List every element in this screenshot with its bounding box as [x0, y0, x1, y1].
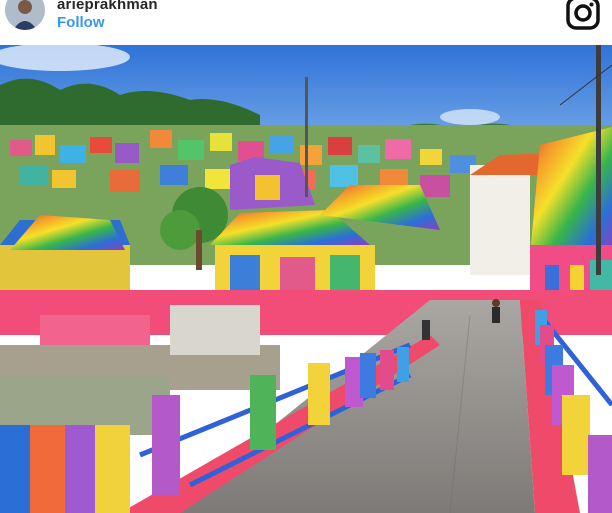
username[interactable]: arieprakhman: [57, 0, 158, 13]
post-header: arieprakhman Follow: [0, 0, 612, 44]
avatar-image: [5, 0, 45, 30]
follow-button[interactable]: Follow: [57, 14, 105, 31]
post-photo[interactable]: [0, 45, 612, 513]
rainbow-village-image: [0, 45, 612, 513]
instagram-icon[interactable]: [566, 0, 600, 30]
profile-avatar[interactable]: [5, 0, 45, 30]
